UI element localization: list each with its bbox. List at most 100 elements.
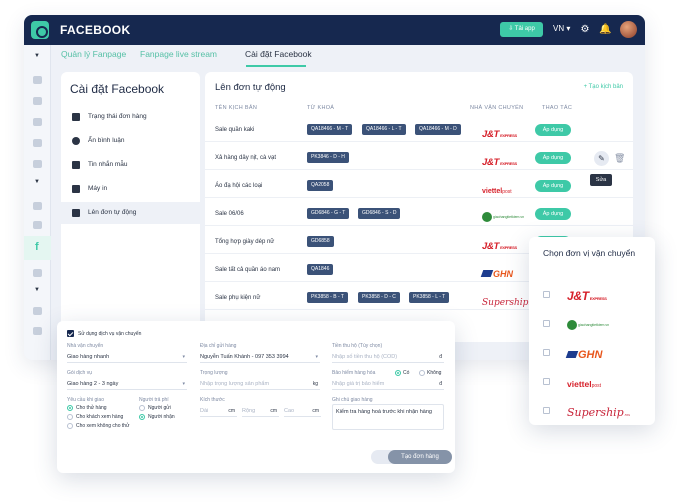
insurance-input[interactable]: Nhập giá trị bảo hiểm đ [332, 378, 444, 390]
size-unit: cm [270, 408, 277, 414]
box-icon[interactable] [33, 118, 42, 126]
auto-order-icon [72, 209, 80, 217]
add-script-link[interactable]: + Tạo kịch bản [584, 84, 623, 90]
request-try-radio[interactable] [67, 405, 73, 411]
request-view-no-try-radio[interactable] [67, 423, 73, 429]
store-icon[interactable] [33, 202, 42, 210]
carrier-logo-cell: J&TEXPRESS [482, 152, 534, 168]
menu-printer[interactable]: Máy in [61, 178, 200, 200]
trash-icon[interactable]: 🗑 [614, 153, 625, 164]
height-input[interactable]: Cao cm [284, 405, 321, 417]
col-actions: THAO TÁC [542, 105, 573, 111]
carrier-checkbox[interactable] [543, 378, 550, 385]
col-script-name: TÊN KỊCH BẢN [215, 105, 258, 111]
auto-order-title: Lên đơn tự động [215, 82, 286, 93]
avatar[interactable] [620, 21, 637, 38]
request-view-radio[interactable] [67, 414, 73, 420]
col-keywords: TỪ KHOÁ [307, 105, 335, 111]
left-rail: ▼ ▼ f ▼ [24, 45, 51, 360]
chevron-down-icon[interactable]: ▼ [34, 53, 40, 59]
top-bar: FACEBOOK ⇩ Tải app VN ▾ ⚙ 🔔 [24, 15, 645, 45]
create-order-button[interactable]: Tạo đơn hàng [388, 450, 452, 464]
insurance-yes-radio[interactable] [395, 370, 401, 376]
apply-button[interactable]: Áp dụng [535, 124, 571, 136]
menu-auto-order[interactable]: Lên đơn tự động [61, 202, 200, 224]
carrier-checkbox[interactable] [543, 349, 550, 356]
basket-icon[interactable] [33, 160, 42, 168]
language-selector[interactable]: VN ▾ [553, 24, 570, 33]
chevron-down-icon[interactable]: ▼ [34, 179, 40, 185]
keyword-chip: QA18466 - M - D [415, 124, 461, 135]
insurance-no-radio[interactable] [419, 370, 425, 376]
table-row: Xả hàng dây nịt, cà vạt PK3846 - D - H J&T… [205, 147, 633, 170]
menu-order-status[interactable]: Trạng thái đơn hàng [61, 106, 200, 128]
note-textarea[interactable]: Kiểm tra hàng hoá trước khi nhận hàng [332, 404, 444, 430]
apply-button[interactable]: Áp dụng [535, 180, 571, 192]
pencil-icon[interactable]: ✎ [594, 151, 609, 166]
user-icon[interactable] [33, 139, 42, 147]
request-label: Yêu cầu khi giao [67, 397, 104, 403]
menu-hide-comments[interactable]: Ẩn bình luận [61, 130, 200, 152]
jt-logo: J&TEXPRESS [482, 129, 517, 140]
app-logo-icon[interactable] [31, 21, 49, 39]
carrier-checkbox[interactable] [543, 320, 550, 327]
carrier-option-logo: viettelpost [567, 374, 601, 392]
chevron-down-icon[interactable]: ▼ [34, 287, 40, 293]
carrier-option-jt[interactable]: J&TEXPRESS [529, 280, 655, 308]
pickup-select[interactable]: Nguyễn Tuấn Khánh - 097 353 3994 ▾ [200, 351, 320, 363]
keyword-chip: QA1846 [307, 264, 334, 275]
row-name: Sale phụ kiện nữ [215, 295, 261, 301]
carrier-checkbox[interactable] [543, 291, 550, 298]
weight-unit: kg [312, 381, 318, 387]
layers-icon[interactable] [33, 221, 42, 229]
carrier-option-giaotietkiem[interactable]: giaohangtietkiem.vn [529, 309, 655, 337]
row-name: Xả hàng dây nịt, cà vạt [215, 155, 277, 161]
document-icon[interactable] [33, 97, 42, 105]
cart-icon[interactable] [33, 269, 42, 277]
table-row: Áo đạ hội các loại QA2058 viettelpost Áp dụ… [205, 175, 633, 198]
row-name: Sale tất cả quần áo nam [215, 267, 281, 273]
jt-logo-sub: EXPRESS [589, 296, 607, 301]
carrier-select[interactable]: Giao hàng nhanh ▾ [67, 351, 187, 363]
tab-facebook-settings[interactable]: Cài đặt Facebook [245, 49, 312, 59]
viettel-logo: viettelpost [482, 188, 512, 195]
report-icon[interactable] [33, 307, 42, 315]
ghn-logo: GHN [565, 349, 602, 361]
cod-input[interactable]: Nhập số tiền thu hộ (COD) đ [332, 351, 444, 363]
row-name: Sale quần kaki [215, 127, 255, 133]
carrier-checkbox[interactable] [543, 407, 550, 414]
menu-message-templates[interactable]: Tin nhắn mẫu [61, 154, 200, 176]
payer-sender-radio[interactable] [139, 405, 145, 411]
package-select[interactable]: Giao hàng 2 - 3 ngày ▾ [67, 378, 187, 390]
carrier-option-supership[interactable]: Supership.vn [529, 396, 655, 424]
supership-logo: Supership.vn [482, 298, 535, 308]
gear-icon[interactable]: ⚙ [579, 24, 591, 36]
bell-icon[interactable]: 🔔 [599, 24, 611, 36]
supership-logo-sub: .vn [623, 412, 630, 417]
carrier-option-viettel[interactable]: viettelpost [529, 367, 655, 395]
width-input[interactable]: Rộng cm [242, 405, 279, 417]
carrier-option-ghn[interactable]: GHN [529, 338, 655, 366]
facebook-nav-item[interactable]: f [24, 236, 51, 260]
tab-fanpage-manage[interactable]: Quản lý Fanpage [61, 49, 126, 59]
length-input[interactable]: Dài cm [200, 405, 237, 417]
use-service-checkbox[interactable] [67, 330, 74, 337]
list-icon[interactable] [33, 76, 42, 84]
giaotietkiem-logo: giaohangtietkiem.vn [567, 316, 609, 334]
settings-title: Cài đặt Facebook [70, 82, 165, 96]
download-app-button[interactable]: ⇩ Tải app [500, 22, 543, 37]
payer-receiver-radio[interactable] [139, 414, 145, 420]
weight-label: Trọng lượng [200, 370, 228, 376]
apply-button[interactable]: Áp dụng [535, 152, 571, 164]
carrier-logo-cell: J&TEXPRESS [482, 124, 534, 140]
note-label: Ghi chú giao hàng [332, 397, 373, 403]
weight-input[interactable]: Nhập trọng lượng sản phẩm kg [200, 378, 320, 390]
edit-tooltip: Sửa [590, 174, 612, 186]
giaotietkiem-logo: giaohangtietkiem.vn [482, 208, 524, 226]
carrier-option-logo: Supership.vn [567, 403, 630, 421]
carrier-logo-cell: Supership.vn [482, 292, 535, 308]
chat-icon[interactable] [33, 327, 42, 335]
tab-fanpage-livestream[interactable]: Fanpage live stream [140, 49, 217, 59]
apply-button[interactable]: Áp dụng [535, 208, 571, 220]
viettel-logo-sub: post [591, 383, 602, 389]
